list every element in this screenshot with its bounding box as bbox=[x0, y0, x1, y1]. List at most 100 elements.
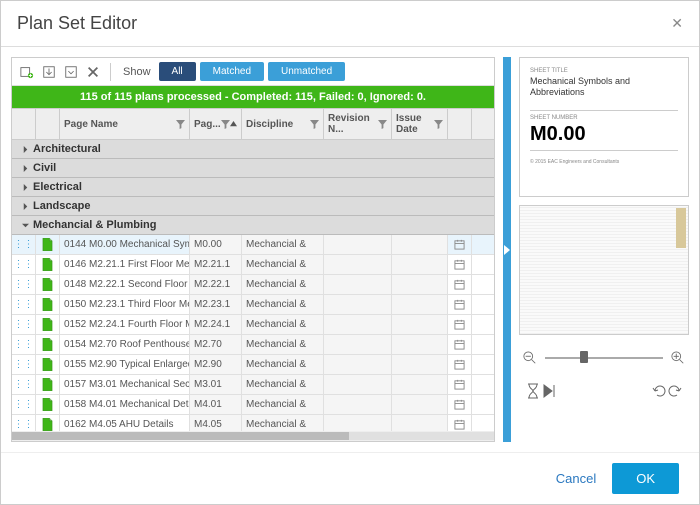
zoom-out-icon[interactable] bbox=[523, 351, 537, 365]
drag-handle-icon[interactable]: ⋮⋮ bbox=[12, 255, 36, 274]
page-number-cell[interactable]: M2.70 bbox=[190, 335, 242, 354]
col-discipline[interactable]: Discipline bbox=[242, 109, 324, 139]
ok-button[interactable]: OK bbox=[612, 463, 679, 494]
calendar-cell[interactable] bbox=[448, 255, 472, 274]
page-number-cell[interactable]: M2.23.1 bbox=[190, 295, 242, 314]
discipline-cell[interactable]: Mechancial & bbox=[242, 395, 324, 414]
revision-cell[interactable] bbox=[324, 315, 392, 334]
revision-cell[interactable] bbox=[324, 415, 392, 431]
funnel-icon[interactable] bbox=[221, 120, 230, 129]
group-row[interactable]: Civil bbox=[12, 159, 494, 178]
discipline-cell[interactable]: Mechancial & bbox=[242, 415, 324, 431]
page-number-cell[interactable]: M2.21.1 bbox=[190, 255, 242, 274]
redo-icon[interactable] bbox=[667, 383, 683, 399]
filter-unmatched-button[interactable]: Unmatched bbox=[268, 62, 345, 81]
skip-next-icon[interactable] bbox=[541, 383, 557, 399]
drag-handle-icon[interactable]: ⋮⋮ bbox=[12, 415, 36, 431]
drag-handle-icon[interactable]: ⋮⋮ bbox=[12, 335, 36, 354]
calendar-cell[interactable] bbox=[448, 415, 472, 431]
table-row[interactable]: ⋮⋮0150 M2.23.1 Third Floor MechaM2.23.1M… bbox=[12, 295, 494, 315]
discipline-cell[interactable]: Mechancial & bbox=[242, 255, 324, 274]
discipline-cell[interactable]: Mechancial & bbox=[242, 355, 324, 374]
page-number-cell[interactable]: M0.00 bbox=[190, 235, 242, 254]
issue-date-cell[interactable] bbox=[392, 315, 448, 334]
drag-handle-icon[interactable]: ⋮⋮ bbox=[12, 295, 36, 314]
table-row[interactable]: ⋮⋮0162 M4.05 AHU DetailsM4.05Mechancial … bbox=[12, 415, 494, 431]
revision-cell[interactable] bbox=[324, 295, 392, 314]
table-row[interactable]: ⋮⋮0154 M2.70 Roof Penthouse MeM2.70Mecha… bbox=[12, 335, 494, 355]
page-number-cell[interactable]: M4.01 bbox=[190, 395, 242, 414]
issue-date-cell[interactable] bbox=[392, 255, 448, 274]
hourglass-icon[interactable] bbox=[525, 383, 541, 399]
issue-date-cell[interactable] bbox=[392, 395, 448, 414]
page-number-cell[interactable]: M2.24.1 bbox=[190, 315, 242, 334]
filter-matched-button[interactable]: Matched bbox=[200, 62, 264, 81]
table-row[interactable]: ⋮⋮0157 M3.01 Mechanical SectionM3.01Mech… bbox=[12, 375, 494, 395]
calendar-cell[interactable] bbox=[448, 275, 472, 294]
col-page-number[interactable]: Pag... bbox=[190, 109, 242, 139]
drag-handle-icon[interactable]: ⋮⋮ bbox=[12, 275, 36, 294]
calendar-cell[interactable] bbox=[448, 295, 472, 314]
funnel-icon[interactable] bbox=[310, 120, 319, 129]
delete-icon[interactable] bbox=[84, 63, 102, 81]
col-issue-date[interactable]: Issue Date bbox=[392, 109, 448, 139]
calendar-cell[interactable] bbox=[448, 395, 472, 414]
discipline-cell[interactable]: Mechancial & bbox=[242, 235, 324, 254]
revision-cell[interactable] bbox=[324, 355, 392, 374]
table-row[interactable]: ⋮⋮0146 M2.21.1 First Floor MechanM2.21.1… bbox=[12, 255, 494, 275]
funnel-icon[interactable] bbox=[176, 120, 185, 129]
table-row[interactable]: ⋮⋮0144 M0.00 Mechanical SymboM0.00Mechan… bbox=[12, 235, 494, 255]
table-row[interactable]: ⋮⋮0155 M2.90 Typical Enlarged MM2.90Mech… bbox=[12, 355, 494, 375]
issue-date-cell[interactable] bbox=[392, 335, 448, 354]
issue-date-cell[interactable] bbox=[392, 275, 448, 294]
issue-date-cell[interactable] bbox=[392, 295, 448, 314]
zoom-in-icon[interactable] bbox=[671, 351, 685, 365]
horizontal-scrollbar[interactable] bbox=[12, 431, 494, 441]
col-revision[interactable]: Revision N... bbox=[324, 109, 392, 139]
calendar-cell[interactable] bbox=[448, 355, 472, 374]
page-number-cell[interactable]: M2.22.1 bbox=[190, 275, 242, 294]
add-plans-icon[interactable] bbox=[18, 63, 36, 81]
drag-handle-icon[interactable]: ⋮⋮ bbox=[12, 315, 36, 334]
revision-cell[interactable] bbox=[324, 255, 392, 274]
expand-preview-handle[interactable] bbox=[503, 57, 511, 442]
calendar-cell[interactable] bbox=[448, 375, 472, 394]
page-number-cell[interactable]: M4.05 bbox=[190, 415, 242, 431]
revision-cell[interactable] bbox=[324, 275, 392, 294]
sheet-thumbnail[interactable] bbox=[519, 205, 689, 335]
sort-asc-icon[interactable] bbox=[230, 121, 237, 128]
filter-all-button[interactable]: All bbox=[159, 62, 196, 81]
revision-cell[interactable] bbox=[324, 335, 392, 354]
calendar-cell[interactable] bbox=[448, 235, 472, 254]
funnel-icon[interactable] bbox=[434, 120, 443, 129]
drag-handle-icon[interactable]: ⋮⋮ bbox=[12, 395, 36, 414]
table-row[interactable]: ⋮⋮0148 M2.22.1 Second Floor MecM2.22.1Me… bbox=[12, 275, 494, 295]
cancel-button[interactable]: Cancel bbox=[556, 471, 596, 486]
drag-handle-icon[interactable]: ⋮⋮ bbox=[12, 235, 36, 254]
table-row[interactable]: ⋮⋮0152 M2.24.1 Fourth Floor MechM2.24.1M… bbox=[12, 315, 494, 335]
revision-cell[interactable] bbox=[324, 235, 392, 254]
page-number-cell[interactable]: M3.01 bbox=[190, 375, 242, 394]
discipline-cell[interactable]: Mechancial & bbox=[242, 335, 324, 354]
calendar-cell[interactable] bbox=[448, 335, 472, 354]
issue-date-cell[interactable] bbox=[392, 235, 448, 254]
revision-cell[interactable] bbox=[324, 375, 392, 394]
col-page-name[interactable]: Page Name bbox=[60, 109, 190, 139]
collapse-icon[interactable] bbox=[62, 63, 80, 81]
issue-date-cell[interactable] bbox=[392, 415, 448, 431]
drag-handle-icon[interactable]: ⋮⋮ bbox=[12, 375, 36, 394]
page-number-cell[interactable]: M2.90 bbox=[190, 355, 242, 374]
group-row[interactable]: Electrical bbox=[12, 178, 494, 197]
undo-icon[interactable] bbox=[651, 383, 667, 399]
discipline-cell[interactable]: Mechancial & bbox=[242, 295, 324, 314]
issue-date-cell[interactable] bbox=[392, 355, 448, 374]
discipline-cell[interactable]: Mechancial & bbox=[242, 375, 324, 394]
discipline-cell[interactable]: Mechancial & bbox=[242, 315, 324, 334]
zoom-slider[interactable] bbox=[545, 356, 663, 360]
discipline-cell[interactable]: Mechancial & bbox=[242, 275, 324, 294]
issue-date-cell[interactable] bbox=[392, 375, 448, 394]
drag-handle-icon[interactable]: ⋮⋮ bbox=[12, 355, 36, 374]
calendar-cell[interactable] bbox=[448, 315, 472, 334]
revision-cell[interactable] bbox=[324, 395, 392, 414]
group-row[interactable]: Landscape bbox=[12, 197, 494, 216]
